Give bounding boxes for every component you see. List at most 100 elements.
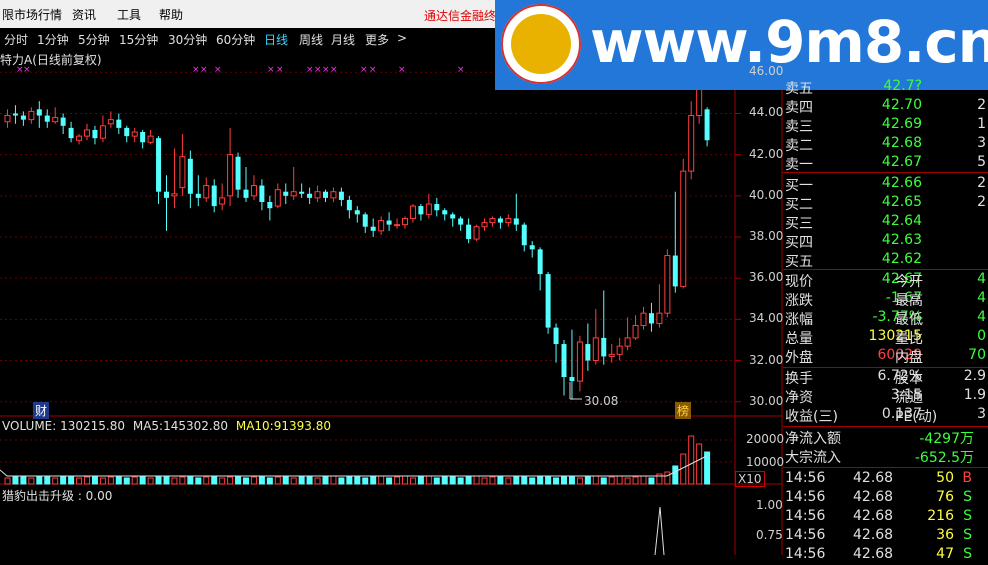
candle-body	[592, 337, 599, 362]
tick-volume: 36	[936, 527, 954, 543]
signal-marker: ×	[276, 65, 284, 75]
candle-body	[624, 337, 631, 347]
candle-body	[227, 154, 234, 197]
indicator-title: 猎豹出击升级 : 0.00	[2, 489, 113, 503]
stat-value-2: 70	[968, 347, 986, 363]
stat-label: 涨幅	[785, 312, 813, 328]
volume-bar	[99, 477, 106, 485]
volume-bar	[449, 475, 456, 485]
ask-row: 卖一 42.67 5	[783, 154, 988, 173]
candle-body	[648, 313, 654, 324]
volume-bar	[163, 475, 170, 485]
volume-bar	[76, 477, 83, 485]
candle-body	[338, 191, 344, 200]
volume-bar	[561, 476, 567, 485]
candle-body	[394, 224, 401, 227]
candle-body	[537, 249, 543, 275]
signal-marker: ×	[360, 65, 368, 75]
signal-marker: ×	[267, 65, 275, 75]
volume-bar	[52, 477, 59, 485]
ask-row: 卖四 42.70 2	[783, 97, 988, 116]
volume-bar	[648, 477, 655, 485]
candle-body	[656, 312, 663, 324]
volume-bar	[473, 475, 480, 485]
candle-body	[497, 218, 503, 223]
watermark-site: www.9m8.cn	[590, 8, 988, 76]
finance-marker[interactable]: 财	[33, 402, 50, 419]
tick-row: 14:56 42.68 216 S	[783, 508, 988, 527]
volume-bar	[378, 475, 385, 485]
tick-price: 42.68	[853, 546, 894, 562]
candle-body	[489, 217, 496, 224]
price-tick-label: 38.00	[749, 229, 784, 243]
bid-row: 买四 42.63	[783, 232, 988, 251]
bid-price: 42.65	[881, 194, 922, 210]
volume-bar	[330, 475, 337, 485]
tick-price: 42.68	[853, 489, 894, 505]
ask-label: 卖二	[785, 138, 813, 154]
candle-body	[60, 117, 66, 126]
volume-bar	[497, 475, 504, 485]
bid-volume: 2	[977, 175, 986, 191]
stat2-row: 净资 3.15 流通 1.9	[783, 387, 988, 406]
quote-panel: 卖五 42.7? 卖四 42.70 2 卖三 42.69 1 卖二 42.68 3 卖一 42.67 5 买…	[783, 78, 988, 562]
volume-bar	[441, 476, 448, 485]
volume-bar	[203, 476, 210, 485]
volume-bar	[553, 477, 560, 485]
candle-body	[545, 274, 551, 328]
candle-body	[450, 214, 456, 219]
bid-label: 买四	[785, 235, 813, 251]
divider	[783, 269, 988, 270]
bid-row: 买一 42.66 2	[783, 175, 988, 194]
volume-bar	[545, 475, 552, 485]
volume-bar	[513, 476, 520, 485]
flow-row: 大宗流入 -652.5万	[783, 447, 988, 466]
stat-label: 外盘	[785, 350, 813, 366]
ask-label: 卖四	[785, 100, 813, 116]
volume-bar	[290, 477, 297, 485]
signal-marker: ×	[314, 65, 322, 75]
volume-bar	[409, 477, 416, 485]
candle-body	[203, 185, 210, 199]
ind-axis-1: 1.00	[756, 498, 783, 512]
volume-bar	[147, 477, 154, 485]
rank-marker[interactable]: 榜	[675, 402, 692, 419]
bid-price: 42.66	[881, 175, 922, 191]
volume-bar	[521, 475, 528, 485]
stat2-label-2: 流通	[895, 390, 923, 406]
stat-label-2: 量比	[895, 331, 923, 347]
vol-axis-20000: 20000	[746, 432, 785, 446]
price-tick-label: 42.00	[749, 146, 784, 161]
candle-body	[290, 191, 297, 197]
candle-body	[640, 312, 647, 327]
candle-body	[418, 206, 424, 215]
signal-marker: ×	[330, 65, 338, 75]
volume-bar	[155, 476, 162, 485]
stat2-label-2: 股本	[895, 371, 923, 387]
candle-body	[274, 189, 281, 207]
bid-label: 买一	[785, 178, 813, 194]
volume-bar	[386, 477, 393, 485]
price-tick-label: 46.00	[749, 64, 784, 79]
candle-body	[370, 226, 376, 231]
volume-bar	[139, 475, 146, 485]
ask-row: 卖三 42.69 1	[783, 116, 988, 135]
stat-label: 涨跌	[785, 293, 813, 309]
stat-label-2: 最低	[895, 312, 923, 328]
volume-bar	[608, 476, 615, 485]
candle-body	[76, 135, 83, 141]
candle-body	[314, 191, 321, 199]
signal-marker: ×	[322, 65, 330, 75]
volume-bar	[465, 476, 472, 485]
ask-label: 卖五	[785, 81, 813, 97]
volume-bar	[338, 477, 345, 485]
signal-marker: ×	[214, 65, 222, 75]
candle-body	[402, 217, 408, 226]
volume-bar	[60, 476, 67, 485]
volume-bar	[187, 475, 194, 485]
tick-side: S	[963, 508, 972, 524]
candle-body	[116, 119, 122, 128]
tick-time: 14:56	[785, 508, 826, 524]
candle-body	[235, 156, 241, 190]
candle-body	[672, 255, 678, 287]
